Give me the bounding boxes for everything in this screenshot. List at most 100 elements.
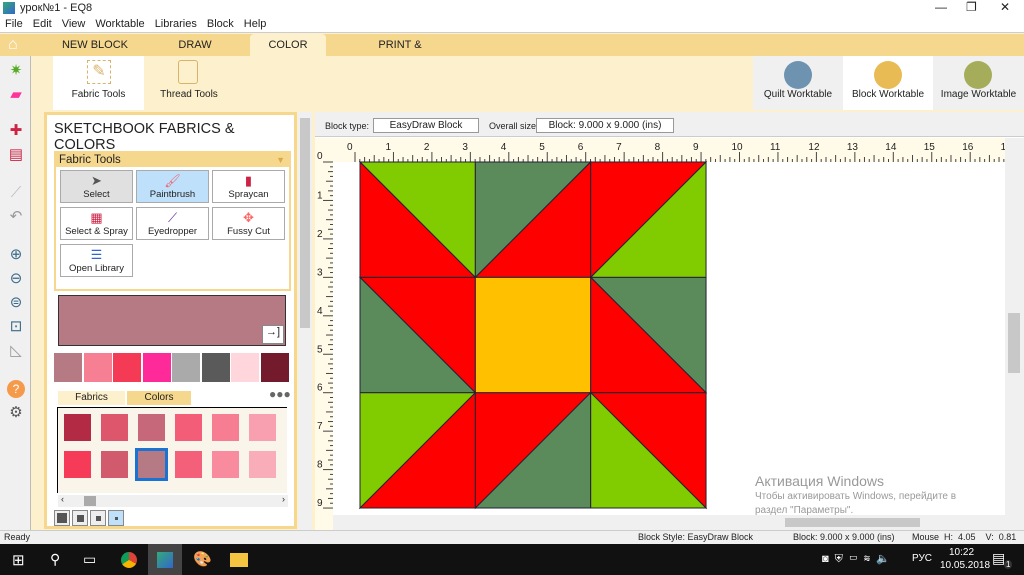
file-explorer-icon[interactable] (230, 553, 248, 567)
zoom-in-icon[interactable]: ⊕ (7, 246, 25, 264)
menu-libraries[interactable]: Libraries (155, 18, 197, 30)
fussy-cut-icon: ✥ (243, 210, 254, 225)
ruler-label: 5 (539, 142, 545, 153)
tab-print-export[interactable]: PRINT & EXPORT (355, 34, 445, 73)
collapse-icon[interactable]: ▼ (276, 153, 285, 167)
language-indicator[interactable]: РУС (912, 553, 932, 564)
left-toolbar: ✷ ▰ ✚ ▤ ⟋ ↶ ⊕ ⊖ ⊜ ⊡ ◺ ? ⚙ (0, 56, 31, 530)
recent-color-swatch[interactable] (83, 353, 112, 382)
paintbrush-button[interactable]: 🖌 Paintbrush (136, 170, 209, 203)
color-swatch[interactable] (249, 451, 276, 478)
color-swatch[interactable] (175, 451, 202, 478)
eyedropper-button[interactable]: ⟋ Eyedropper (136, 207, 209, 240)
size-medium-button[interactable] (72, 510, 88, 526)
more-options-icon[interactable]: ●●● (269, 387, 291, 401)
select-arrow-icon: ➤ (91, 173, 102, 188)
color-swatch[interactable] (64, 414, 91, 441)
size-small-button[interactable] (90, 510, 106, 526)
paintbrush-fabric-icon: ✎ (87, 60, 111, 84)
scroll-thumb[interactable] (84, 496, 96, 506)
block-worktable-button[interactable]: Block Worktable (843, 56, 933, 110)
chrome-icon[interactable] (121, 552, 137, 568)
size-tiny-button[interactable] (108, 510, 124, 526)
menu-help[interactable]: Help (244, 18, 267, 30)
apply-arrow-icon[interactable]: →] (262, 325, 284, 344)
paint-icon[interactable]: 🎨 (193, 550, 212, 568)
fit-icon[interactable]: ⊜ (7, 294, 25, 312)
color-swatch[interactable] (135, 448, 168, 481)
fussy-cut-button[interactable]: ✥ Fussy Cut (212, 207, 285, 240)
quilt-worktable-button[interactable]: Quilt Worktable (753, 56, 843, 110)
color-swatch[interactable] (175, 414, 202, 441)
help-icon[interactable]: ? (7, 380, 25, 398)
recent-color-swatch[interactable] (231, 353, 259, 382)
scroll-thumb[interactable] (785, 518, 920, 527)
color-swatch[interactable] (138, 414, 165, 441)
tab-new-block[interactable]: NEW BLOCK (60, 34, 130, 56)
color-swatch[interactable] (212, 451, 239, 478)
ruler-label: 9 (693, 142, 699, 153)
ruler-label: 1 (385, 142, 391, 153)
menu-view[interactable]: View (62, 18, 86, 30)
select-button[interactable]: ➤ Select (60, 170, 133, 203)
home-icon[interactable]: ⌂ (8, 36, 18, 54)
open-library-button[interactable]: ☰ Open Library (60, 244, 133, 277)
search-icon[interactable]: ⚲ (50, 551, 60, 568)
start-windows-icon[interactable]: ⊞ (12, 551, 25, 569)
open-folder-icon[interactable]: ▰ (7, 86, 25, 104)
ruler-label: 5 (317, 344, 323, 355)
menu-edit[interactable]: Edit (33, 18, 52, 30)
ruler-label: 12 (808, 142, 820, 153)
clock-date[interactable]: 10.05.2018 (940, 560, 990, 571)
recent-color-swatch[interactable] (54, 353, 82, 382)
horizontal-scrollbar[interactable]: ‹ › (58, 494, 288, 507)
overall-size-field: Block: 9.000 x 9.000 (ins) (536, 118, 674, 133)
tray-icons[interactable]: ◙⛨▭≋🔈 (822, 552, 896, 566)
tab-fabrics[interactable]: Fabrics (58, 391, 125, 405)
section-header[interactable]: Fabric Tools ▼ (56, 153, 289, 167)
minimize-button[interactable]: — (935, 0, 947, 14)
color-swatch[interactable] (64, 451, 91, 478)
color-swatch[interactable] (101, 414, 128, 441)
color-swatch[interactable] (101, 451, 128, 478)
tab-color[interactable]: COLOR (250, 34, 326, 56)
eq8-taskbar-icon[interactable] (148, 544, 182, 575)
recent-color-swatch[interactable] (201, 353, 230, 382)
zoom-box-icon[interactable]: ⊡ (7, 318, 25, 336)
menu-file[interactable]: File (5, 18, 23, 30)
block-patch-yellow[interactable] (474, 276, 592, 394)
new-project-icon[interactable]: ✷ (7, 62, 25, 80)
select-spray-button[interactable]: ▦ Select & Spray (60, 207, 133, 240)
maximize-button[interactable]: ❐ (966, 0, 977, 14)
spraycan-button[interactable]: ▮ Spraycan (212, 170, 285, 203)
color-swatch[interactable] (249, 414, 276, 441)
scroll-thumb[interactable] (300, 118, 310, 328)
size-large-button[interactable] (54, 510, 70, 526)
undo-icon[interactable]: ↶ (7, 208, 25, 226)
color-swatch[interactable] (212, 414, 239, 441)
tab-colors[interactable]: Colors (127, 391, 191, 405)
add-to-sketchbook-icon[interactable]: ✚ (7, 122, 25, 140)
zoom-out-icon[interactable]: ⊖ (7, 270, 25, 288)
recent-color-swatch[interactable] (113, 353, 141, 382)
menu-worktable[interactable]: Worktable (95, 18, 144, 30)
thread-tools-button[interactable]: Thread Tools (144, 56, 234, 110)
ruler-icon[interactable]: ⟋ (7, 184, 25, 202)
recent-color-swatch[interactable] (172, 353, 200, 382)
fabric-tools-button[interactable]: ✎ Fabric Tools (53, 56, 144, 110)
ruler-label: 16 (962, 142, 974, 153)
close-button[interactable]: ✕ (1000, 0, 1010, 14)
clock-time[interactable]: 10:22 (949, 547, 974, 558)
settings-gear-icon[interactable]: ⚙ (7, 404, 25, 422)
recent-color-swatch[interactable] (142, 353, 171, 382)
scroll-thumb[interactable] (1008, 313, 1020, 373)
task-view-icon[interactable]: ▭ (83, 551, 96, 568)
menu-block[interactable]: Block (207, 18, 234, 30)
view-sketchbook-icon[interactable]: ▤ (7, 146, 25, 164)
title-bar: урок№1 - EQ8 — ❐ ✕ (0, 0, 1024, 17)
panel-scrollbar[interactable] (298, 112, 312, 530)
image-worktable-button[interactable]: Image Worktable (933, 56, 1024, 110)
recent-color-swatch[interactable] (260, 353, 289, 382)
tab-draw[interactable]: DRAW (165, 34, 225, 56)
grid-icon[interactable]: ◺ (7, 342, 25, 360)
